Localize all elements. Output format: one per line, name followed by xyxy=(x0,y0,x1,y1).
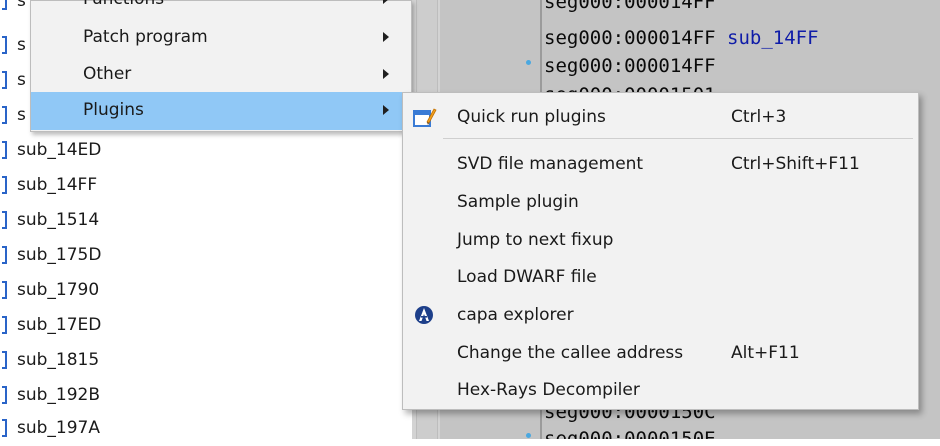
menu-item-shortcut: Ctrl+3 xyxy=(731,107,787,127)
menu-item-label: Hex-Rays Decompiler xyxy=(457,380,640,400)
function-name: s xyxy=(17,70,26,90)
menu-item-label: SVD file management xyxy=(457,154,644,174)
menu-item-label: Quick run plugins xyxy=(457,107,606,127)
menu-item-label: Change the callee address xyxy=(457,343,684,363)
menu-item-patch-program[interactable]: Patch program xyxy=(31,19,411,57)
menu-item-label: Sample plugin xyxy=(457,192,579,212)
menu-item-label: capa explorer xyxy=(457,305,574,325)
menu-item-label: Functions xyxy=(83,0,164,9)
quick-run-icon xyxy=(413,106,437,128)
function-icon xyxy=(2,71,8,89)
function-row[interactable]: sub_1815 xyxy=(0,343,412,378)
function-icon xyxy=(2,141,8,159)
menu-item-sample-plugin[interactable]: Sample plugin xyxy=(403,184,918,220)
submenu-arrow-icon xyxy=(383,105,389,115)
menu-item-other[interactable]: Other xyxy=(31,56,411,94)
function-name: sub_14ED xyxy=(17,140,102,160)
function-name: sub_14FF xyxy=(17,175,98,195)
function-name: s xyxy=(17,105,26,125)
context-menu: Functions Patch program Other Plugins xyxy=(30,0,412,132)
asm-symbol[interactable]: sub_14FF xyxy=(727,27,819,49)
menu-item-functions[interactable]: Functions xyxy=(31,0,411,19)
function-icon xyxy=(2,386,8,404)
function-name: sub_1790 xyxy=(17,280,100,300)
function-icon xyxy=(2,419,8,437)
menu-item-jump-to-next-fixup[interactable]: Jump to next fixup xyxy=(403,222,918,258)
function-icon xyxy=(2,316,8,334)
menu-item-plugins[interactable]: Plugins xyxy=(31,92,411,130)
menu-item-capa-explorer[interactable]: capa explorer xyxy=(403,297,918,333)
menu-item-shortcut: Ctrl+Shift+F11 xyxy=(731,154,860,174)
asm-line[interactable]: seg000:000014FF xyxy=(544,55,716,77)
menu-item-change-callee-address[interactable]: Change the callee address Alt+F11 xyxy=(403,335,918,371)
asm-address: seg000:000014FF xyxy=(544,0,716,13)
menu-item-label: Plugins xyxy=(83,100,144,120)
function-name: s xyxy=(17,35,26,55)
menu-item-svd-file-management[interactable]: SVD file management Ctrl+Shift+F11 xyxy=(403,146,918,182)
function-name: sub_192B xyxy=(17,385,101,405)
function-name: sub_1514 xyxy=(17,210,100,230)
function-icon xyxy=(2,351,8,369)
menu-separator xyxy=(443,138,913,139)
function-row[interactable]: sub_197A xyxy=(0,411,412,446)
function-row[interactable]: sub_192B xyxy=(0,378,412,413)
function-icon xyxy=(2,246,8,264)
function-icon xyxy=(2,211,8,229)
function-icon xyxy=(2,281,8,299)
asm-address: seg000:000014FF xyxy=(544,55,716,77)
submenu-arrow-icon xyxy=(383,32,389,42)
menu-item-shortcut: Alt+F11 xyxy=(731,343,800,363)
asm-line[interactable]: seg000:000014FF xyxy=(544,0,716,13)
breakpoint-dot xyxy=(526,433,531,438)
function-row[interactable]: sub_175D xyxy=(0,238,412,273)
function-row[interactable]: sub_17ED xyxy=(0,308,412,343)
function-row[interactable]: sub_1514 xyxy=(0,203,412,238)
plugins-submenu: Quick run plugins Ctrl+3 SVD file manage… xyxy=(402,92,919,410)
function-name: s xyxy=(17,0,26,11)
menu-item-label: Load DWARF file xyxy=(457,267,597,287)
breakpoint-dot xyxy=(526,60,531,65)
function-icon xyxy=(2,106,8,124)
function-icon xyxy=(2,36,8,54)
function-icon xyxy=(2,176,8,194)
function-row[interactable]: sub_1790 xyxy=(0,273,412,308)
function-name: sub_17ED xyxy=(17,315,102,335)
function-icon xyxy=(2,0,8,10)
asm-line[interactable]: seg000:0000150E xyxy=(544,428,716,439)
menu-item-label: Other xyxy=(83,64,132,84)
menu-item-quick-run-plugins[interactable]: Quick run plugins Ctrl+3 xyxy=(403,99,918,135)
submenu-arrow-icon xyxy=(383,69,389,79)
menu-item-load-dwarf-file[interactable]: Load DWARF file xyxy=(403,259,918,295)
function-row[interactable]: sub_14ED xyxy=(0,133,412,168)
capa-icon xyxy=(413,304,437,326)
function-name: sub_197A xyxy=(17,418,100,438)
asm-address: seg000:0000150E xyxy=(544,428,716,439)
function-name: sub_1815 xyxy=(17,350,100,370)
function-name: sub_175D xyxy=(17,245,102,265)
asm-address: seg000:000014FF xyxy=(544,27,716,49)
submenu-arrow-icon xyxy=(383,0,389,4)
menu-item-label: Jump to next fixup xyxy=(457,230,614,250)
menu-item-label: Patch program xyxy=(83,27,208,47)
menu-item-hex-rays-decompiler[interactable]: Hex-Rays Decompiler xyxy=(403,372,918,408)
asm-line[interactable]: seg000:000014FF sub_14FF xyxy=(544,27,819,49)
function-row[interactable]: sub_14FF xyxy=(0,168,412,203)
